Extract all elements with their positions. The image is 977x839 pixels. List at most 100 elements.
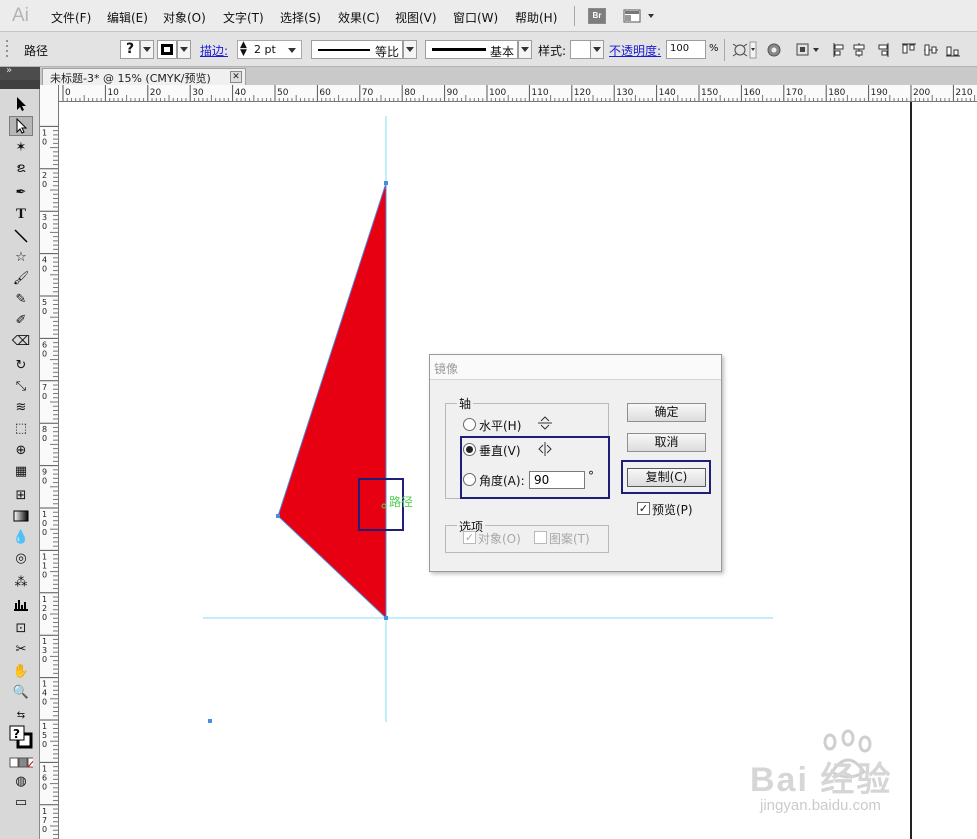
stepper-arrows-icon[interactable]: ▲ ▼ [240,41,247,58]
scale-tool-icon[interactable]: ⤡ [9,376,33,396]
shape-builder-tool-icon[interactable]: ⊕ [9,440,33,460]
ruler-label: 0 [65,88,71,98]
vertical-label[interactable]: 垂直(V) [479,442,521,459]
free-transform-tool-icon[interactable]: ⬚ [9,418,33,438]
document-tab-title: 未标题-3* @ 15% (CMYK/预览) [50,72,211,85]
pencil-tool-icon[interactable]: ✎ [9,289,33,309]
brush-dropdown[interactable] [518,40,532,59]
preview-label[interactable]: 预览(P) [652,501,693,518]
horizontal-ruler[interactable]: 0 10 20 30 40 50 60 70 80 90 100 110 120 130 140 150 160… [59,85,977,102]
zoom-tool-icon[interactable]: 🔍 [9,682,33,702]
gear-icon[interactable] [765,41,783,59]
opacity-panel-link[interactable]: 不透明度: [609,42,661,59]
angle-radio[interactable] [463,473,476,486]
stroke-panel-link[interactable]: 描边: [200,42,228,59]
ruler-label: 160 [42,764,47,791]
ruler-label: 170 [42,807,47,834]
menu-type[interactable]: 文字(T) [223,9,264,26]
fill-dropdown[interactable] [140,40,154,59]
red-triangle-path[interactable] [277,182,387,620]
align-icons[interactable] [831,41,971,59]
copy-button[interactable]: 复制(C) [627,468,706,487]
menu-file[interactable]: 文件(F) [51,9,91,26]
stroke-dropdown[interactable] [177,40,191,59]
angle-label[interactable]: 角度(A): [479,472,525,489]
objects-checkbox[interactable]: ✓ [463,531,476,544]
recolor-artwork-icon[interactable] [731,40,757,60]
toolbox-collapse-grip[interactable]: » [0,65,40,80]
ruler-label: 180 [828,88,845,98]
selection-tool-icon[interactable] [9,94,33,114]
stroke-swatch[interactable] [157,40,177,59]
patterns-checkbox[interactable] [534,531,547,544]
slice-tool-icon[interactable]: ✂ [9,639,33,659]
opacity-field[interactable]: 100 [666,40,706,59]
vertical-radio[interactable] [463,443,476,456]
magic-wand-tool-icon[interactable]: ✶ [9,137,33,157]
rotate-tool-icon[interactable]: ↻ [9,355,33,375]
type-tool-icon[interactable]: T [9,204,33,224]
align-to-icon[interactable] [793,40,821,60]
cancel-button[interactable]: 取消 [627,433,706,452]
anchor-point[interactable] [384,181,388,185]
ruler-label: 80 [404,88,416,98]
blend-tool-icon[interactable]: ◎ [9,548,33,568]
pen-tool-icon[interactable]: ✒ [9,182,33,202]
ruler-label: 90 [42,468,47,486]
profile-dropdown[interactable] [403,40,417,59]
screen-mode-icon[interactable]: ▭ [9,792,33,812]
fill-stroke-indicator[interactable]: ? [9,725,33,749]
stroke-weight-field[interactable]: ▲ ▼ 2 pt [237,40,302,59]
horizontal-radio[interactable] [463,418,476,431]
eraser-tool-icon[interactable]: ⌫ [9,331,33,351]
style-dropdown[interactable] [590,40,604,59]
eyedropper-tool-icon[interactable]: 💧 [9,527,33,547]
fill-swatch[interactable]: ? [120,40,140,59]
line-segment-tool-icon[interactable] [9,226,33,246]
chevron-down-icon [593,47,601,52]
menu-view[interactable]: 视图(V) [395,9,437,26]
graphic-style-swatch[interactable] [570,40,591,59]
direct-selection-tool-icon[interactable] [9,116,33,136]
preview-checkbox[interactable]: ✓ [637,502,650,515]
draw-mode-icon[interactable]: ◍ [9,771,33,791]
brush-definition[interactable]: 基本 [425,40,518,59]
menu-edit[interactable]: 编辑(E) [107,9,148,26]
hand-tool-icon[interactable]: ✋ [9,661,33,681]
dialog-title[interactable]: 镜像 [430,355,721,380]
gradient-tool-icon[interactable] [9,506,33,526]
anchor-point[interactable] [276,514,280,518]
artboard-tool-icon[interactable]: ⊡ [9,618,33,638]
menu-window[interactable]: 窗口(W) [453,9,498,26]
document-tab[interactable]: 未标题-3* @ 15% (CMYK/预览) ✕ [42,68,246,85]
color-mode-buttons[interactable] [9,753,33,773]
close-icon[interactable]: ✕ [230,71,242,83]
style-label: 样式: [538,44,567,58]
anchor-point[interactable] [384,616,388,620]
menu-help[interactable]: 帮助(H) [515,9,557,26]
lasso-tool-icon[interactable]: ຂ [9,158,33,178]
paintbrush-tool-icon[interactable]: 🖌 [9,268,33,288]
angle-input[interactable] [529,471,585,489]
swap-fill-stroke-icon[interactable]: ⇆ [9,705,33,725]
double-chevron-icon[interactable]: » [6,65,12,76]
menu-select[interactable]: 选择(S) [280,9,321,26]
mesh-tool-icon[interactable]: ⊞ [9,485,33,505]
bridge-button[interactable]: Br [588,8,606,24]
warp-tool-icon[interactable]: ≋ [9,397,33,417]
column-graph-tool-icon[interactable] [9,594,33,614]
perspective-grid-tool-icon[interactable]: ▦ [9,461,33,481]
blob-brush-tool-icon[interactable]: ✐ [9,310,33,330]
symbol-sprayer-tool-icon[interactable]: ⁂ [9,572,33,592]
stray-anchor-point[interactable] [208,719,212,723]
horizontal-label[interactable]: 水平(H) [479,417,521,434]
menu-object[interactable]: 对象(O) [163,9,206,26]
menu-effect[interactable]: 效果(C) [338,9,380,26]
vertical-ruler[interactable]: 10 20 30 40 50 60 70 80 90 100 110 120 130 140 150 160 1… [40,85,59,839]
star-tool-icon[interactable]: ☆ [9,247,33,267]
ruler-label: 210 [955,88,972,98]
ok-button[interactable]: 确定 [627,403,706,422]
brush-line-icon [432,48,486,51]
workspace-switcher[interactable] [622,7,658,25]
variable-width-profile[interactable]: 等比 [311,40,403,59]
